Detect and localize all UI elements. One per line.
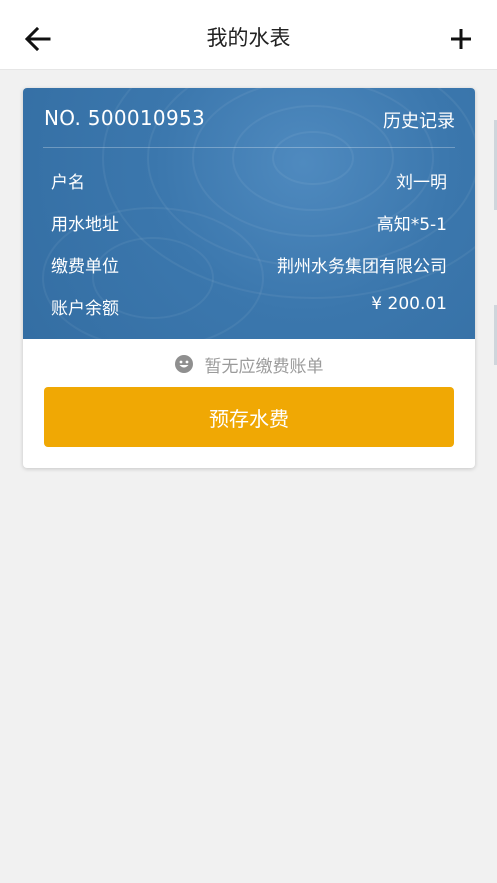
prepay-water-fee-button[interactable]: 预存水费 bbox=[44, 387, 454, 447]
page-title: 我的水表 bbox=[206, 26, 291, 50]
history-records-link[interactable]: 历史记录 bbox=[383, 107, 455, 133]
no-bill-text: 暂无应缴费账单 bbox=[204, 356, 324, 377]
no-bill-status: 暂无应缴费账单 bbox=[23, 352, 475, 377]
meter-number: NO. 500010953 bbox=[44, 106, 206, 130]
divider bbox=[43, 147, 455, 148]
info-value: 高知*5-1 bbox=[376, 215, 447, 235]
info-row-balance: 账户余额 ¥ 200.01 bbox=[51, 294, 447, 320]
info-row-account-name: 户名 刘一明 bbox=[51, 168, 447, 194]
info-row-address: 用水地址 高知*5-1 bbox=[51, 210, 447, 236]
smile-icon bbox=[174, 355, 193, 373]
add-meter-button[interactable] bbox=[441, 19, 481, 59]
info-value: 刘一明 bbox=[396, 173, 447, 193]
info-label: 用水地址 bbox=[51, 215, 119, 235]
water-meter-card: NO. 500010953 历史记录 户名 刘一明 用水地址 高知*5-1 缴费… bbox=[23, 88, 475, 468]
app-bar: 我的水表 bbox=[0, 0, 497, 70]
info-value: ¥ 200.01 bbox=[371, 294, 447, 314]
info-value: 荆州水务集团有限公司 bbox=[277, 257, 447, 277]
info-row-billing-unit: 缴费单位 荆州水务集团有限公司 bbox=[51, 252, 447, 278]
meter-info-panel: NO. 500010953 历史记录 户名 刘一明 用水地址 高知*5-1 缴费… bbox=[23, 88, 475, 339]
plus-icon bbox=[451, 29, 471, 49]
info-label: 账户余额 bbox=[51, 299, 119, 319]
info-label: 户名 bbox=[51, 173, 85, 193]
info-label: 缴费单位 bbox=[51, 257, 119, 277]
